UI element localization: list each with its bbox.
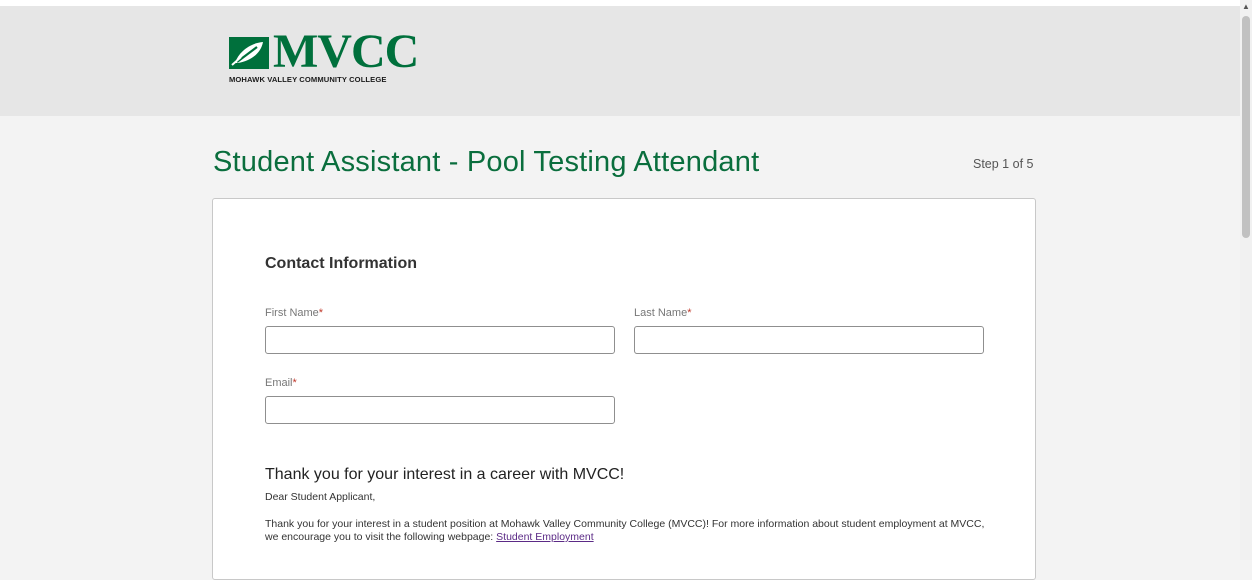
scrollbar-thumb[interactable]: [1242, 16, 1250, 238]
chevron-up-icon[interactable]: ▲: [1240, 0, 1252, 14]
first-name-label: First Name*: [265, 307, 323, 319]
thank-you-heading: Thank you for your interest in a career …: [265, 466, 625, 483]
last-name-label: Last Name*: [634, 307, 691, 319]
required-marker: *: [318, 307, 324, 319]
first-name-label-text: First Name: [265, 307, 319, 319]
email-field[interactable]: [265, 396, 615, 424]
intro-paragraph-text: Thank you for your interest in a student…: [265, 518, 985, 543]
intro-paragraph: Thank you for your interest in a student…: [265, 518, 985, 544]
student-employment-link[interactable]: Student Employment: [496, 531, 593, 543]
page-title: Student Assistant - Pool Testing Attenda…: [213, 146, 760, 178]
email-label-text: Email: [265, 377, 293, 389]
mvcc-logo[interactable]: MVCC MOHAWK VALLEY COMMUNITY COLLEGE: [229, 28, 419, 92]
first-name-field[interactable]: [265, 326, 615, 354]
last-name-label-text: Last Name: [634, 307, 688, 319]
step-indicator: Step 1 of 5: [973, 157, 1034, 171]
greeting-text: Dear Student Applicant,: [265, 491, 376, 503]
last-name-field[interactable]: [634, 326, 984, 354]
required-marker: *: [687, 307, 692, 319]
site-header: MVCC MOHAWK VALLEY COMMUNITY COLLEGE: [0, 6, 1240, 116]
email-label: Email*: [265, 377, 297, 389]
required-marker: *: [292, 377, 297, 389]
section-title-contact: Contact Information: [265, 255, 417, 272]
logo-wordmark: MVCC: [273, 25, 419, 78]
vertical-scrollbar[interactable]: ▲: [1240, 0, 1252, 560]
leaf-logo-icon: [229, 37, 269, 69]
logo-subtitle: MOHAWK VALLEY COMMUNITY COLLEGE: [229, 75, 387, 84]
